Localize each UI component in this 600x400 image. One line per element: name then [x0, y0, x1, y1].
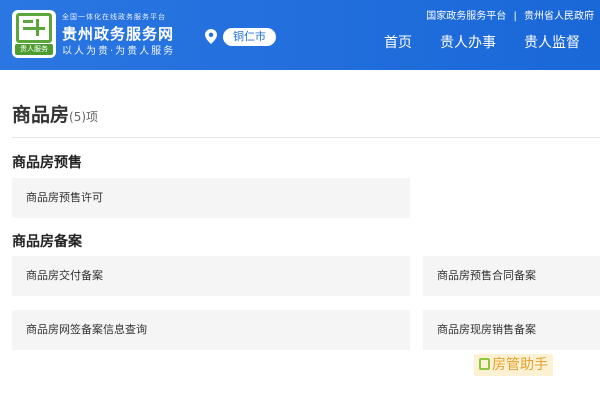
- city-selector[interactable]: 铜仁市: [223, 28, 276, 46]
- site-header: 贵人服务 全国一体化在线政务服务平台 贵州政务服务网 以人为贵·为贵人服务 铜仁…: [0, 0, 600, 70]
- page-title: 商品房(5)项: [12, 100, 98, 127]
- nav-services[interactable]: 贵人办事: [440, 32, 496, 52]
- nav-home[interactable]: 首页: [384, 32, 412, 52]
- logo-mark-icon: [16, 13, 52, 43]
- nav-supervision[interactable]: 贵人监督: [524, 32, 580, 52]
- logo-tag: 贵人服务: [15, 44, 53, 55]
- section-heading-filing: 商品房备案: [12, 234, 82, 250]
- top-links-separator: |: [513, 11, 517, 22]
- main-nav: 首页 贵人办事 贵人监督: [384, 32, 580, 52]
- link-provincial-government[interactable]: 贵州省人民政府: [524, 11, 594, 22]
- location-pin-icon: [205, 29, 217, 44]
- page-item-count: (5)项: [69, 110, 99, 124]
- title-divider: [12, 137, 600, 138]
- page-title-text: 商品房: [12, 104, 70, 126]
- section-heading-presale: 商品房预售: [12, 155, 82, 171]
- item-online-contract-query[interactable]: 商品房网签备案信息查询: [12, 310, 410, 350]
- house-icon: [479, 358, 490, 370]
- site-logo[interactable]: 贵人服务: [12, 10, 56, 58]
- item-presale-contract-filing[interactable]: 商品房预售合同备案: [423, 256, 600, 296]
- site-title[interactable]: 贵州政务服务网: [62, 23, 174, 44]
- watermark: 房管助手: [474, 354, 553, 376]
- item-existing-home-sale-filing[interactable]: 商品房现房销售备案: [423, 310, 600, 350]
- site-subtitle: 全国一体化在线政务服务平台: [62, 13, 166, 21]
- top-links: 国家政务服务平台 | 贵州省人民政府: [426, 7, 594, 22]
- watermark-text: 房管助手: [492, 357, 548, 373]
- link-national-platform[interactable]: 国家政务服务平台: [426, 11, 506, 22]
- item-presale-license[interactable]: 商品房预售许可: [12, 178, 410, 218]
- site-slogan: 以人为贵·为贵人服务: [62, 46, 176, 57]
- item-delivery-filing[interactable]: 商品房交付备案: [12, 256, 410, 296]
